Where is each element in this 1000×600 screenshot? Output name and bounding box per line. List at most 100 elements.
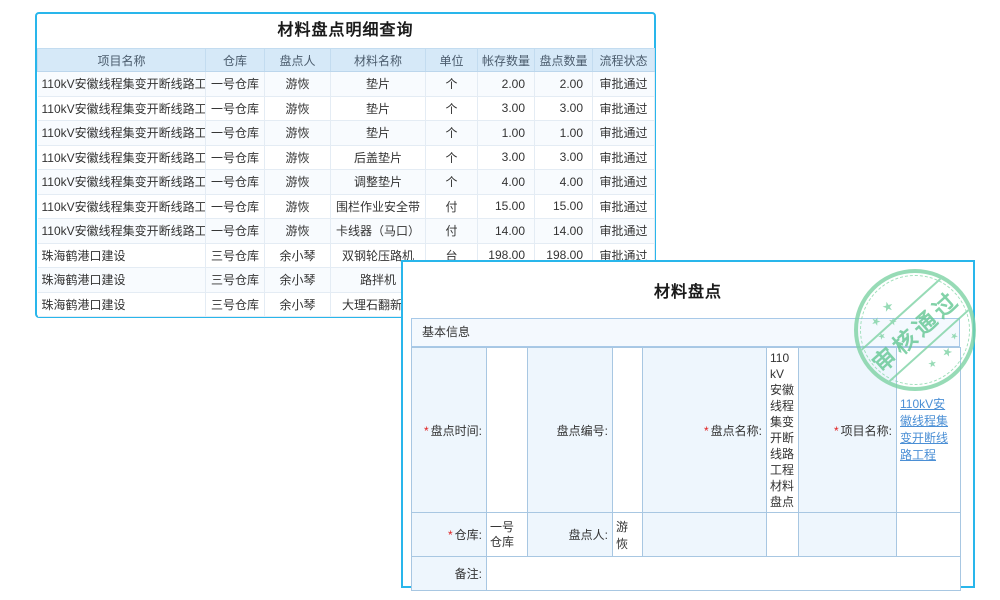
status-cell: 审批通过 (593, 170, 655, 195)
table-row: 110kV安徽线程集变开断线路工程 一号仓库 游恢 围栏作业安全带 付 15.0… (38, 194, 655, 219)
project-name-link[interactable]: 珠海鹤港口建设 (38, 268, 206, 293)
person-cell: 余小琴 (265, 243, 331, 268)
status-cell: 审批通过 (593, 194, 655, 219)
count-qty-cell: 2.00 (535, 72, 593, 97)
query-table-header-row: 项目名称仓库盘点人材料名称单位帐存数量盘点数量流程状态 (38, 49, 655, 72)
project-name-link[interactable]: 110kV安徽线程集变开断线路工程 (38, 72, 206, 97)
material-cell: 垫片 (331, 72, 426, 97)
material-cell: 垫片 (331, 121, 426, 146)
status-cell: 审批通过 (593, 72, 655, 97)
unit-cell: 个 (426, 145, 478, 170)
warehouse-value: 一号仓库 (487, 513, 528, 557)
check-name-label: *盘点名称: (643, 348, 767, 513)
form-row-3: 备注: (412, 557, 961, 591)
project-name-link[interactable]: 110kV安徽线程集变开断线路工程 (38, 121, 206, 146)
check-time-value (487, 348, 528, 513)
unit-cell: 个 (426, 121, 478, 146)
person-cell: 余小琴 (265, 268, 331, 293)
book-qty-cell: 3.00 (478, 96, 535, 121)
book-qty-cell: 15.00 (478, 194, 535, 219)
required-marker: * (424, 424, 429, 438)
project-name-link[interactable]: 110kV安徽线程集变开断线路工程 (38, 170, 206, 195)
book-qty-cell: 2.00 (478, 72, 535, 97)
project-name-link[interactable]: 110kV安徽线程集变开断线路工程 (38, 219, 206, 244)
column-header: 材料名称 (331, 49, 426, 72)
check-no-value (613, 348, 643, 513)
query-panel-title: 材料盘点明细查询 (37, 14, 654, 48)
table-row: 110kV安徽线程集变开断线路工程 一号仓库 游恢 后盖垫片 个 3.00 3.… (38, 145, 655, 170)
warehouse-cell: 一号仓库 (206, 96, 265, 121)
person-cell: 游恢 (265, 194, 331, 219)
project-label: *项目名称: (799, 348, 897, 513)
count-qty-cell: 14.00 (535, 219, 593, 244)
person-cell: 游恢 (265, 170, 331, 195)
warehouse-cell: 一号仓库 (206, 145, 265, 170)
column-header: 帐存数量 (478, 49, 535, 72)
book-qty-cell: 3.00 (478, 145, 535, 170)
unit-cell: 付 (426, 194, 478, 219)
remark-value (487, 557, 961, 591)
column-header: 单位 (426, 49, 478, 72)
material-cell: 后盖垫片 (331, 145, 426, 170)
project-name-link[interactable]: 110kV安徽线程集变开断线路工程 (38, 194, 206, 219)
empty-label-cell (643, 513, 767, 557)
person-cell: 游恢 (265, 121, 331, 146)
column-header: 盘点人 (265, 49, 331, 72)
check-name-value: 110kV安徽线程集变开断线路工程材料盘点 (767, 348, 799, 513)
project-name-link[interactable]: 珠海鹤港口建设 (38, 243, 206, 268)
empty-label-cell (799, 513, 897, 557)
warehouse-cell: 一号仓库 (206, 121, 265, 146)
material-cell: 调整垫片 (331, 170, 426, 195)
table-row: 110kV安徽线程集变开断线路工程 一号仓库 游恢 垫片 个 3.00 3.00… (38, 96, 655, 121)
required-marker: * (448, 528, 453, 542)
warehouse-label: *仓库: (412, 513, 487, 557)
column-header: 仓库 (206, 49, 265, 72)
person-cell: 游恢 (265, 96, 331, 121)
person-value: 游恢 (613, 513, 643, 557)
warehouse-cell: 三号仓库 (206, 243, 265, 268)
status-cell: 审批通过 (593, 96, 655, 121)
count-qty-cell: 3.00 (535, 145, 593, 170)
form-row-1: *盘点时间: 盘点编号: *盘点名称: 110kV安徽线程集变开断线路工程材料盘… (412, 348, 961, 513)
count-qty-cell: 3.00 (535, 96, 593, 121)
project-value-cell: 110kV安徽线程集变开断线路工程 (897, 348, 961, 513)
warehouse-cell: 一号仓库 (206, 194, 265, 219)
table-row: 110kV安徽线程集变开断线路工程 一号仓库 游恢 卡线器（马口） 付 14.0… (38, 219, 655, 244)
person-cell: 游恢 (265, 219, 331, 244)
project-name-link[interactable]: 110kV安徽线程集变开断线路工程 (38, 96, 206, 121)
count-qty-cell: 4.00 (535, 170, 593, 195)
detail-panel: 材料盘点 基本信息 *盘点时间: 盘点编号: *盘点名称: 110kV安徽线程集… (401, 260, 975, 588)
basic-info-section-header: 基本信息 (411, 318, 960, 347)
required-marker: * (834, 424, 839, 438)
status-cell: 审批通过 (593, 219, 655, 244)
material-cell: 围栏作业安全带 (331, 194, 426, 219)
project-value-link[interactable]: 110kV安徽线程集变开断线路工程 (900, 397, 948, 462)
person-cell: 余小琴 (265, 292, 331, 317)
book-qty-cell: 4.00 (478, 170, 535, 195)
warehouse-cell: 一号仓库 (206, 170, 265, 195)
project-name-link[interactable]: 珠海鹤港口建设 (38, 292, 206, 317)
unit-cell: 个 (426, 170, 478, 195)
column-header: 盘点数量 (535, 49, 593, 72)
table-row: 110kV安徽线程集变开断线路工程 一号仓库 游恢 垫片 个 1.00 1.00… (38, 121, 655, 146)
detail-form-table: *盘点时间: 盘点编号: *盘点名称: 110kV安徽线程集变开断线路工程材料盘… (411, 347, 961, 591)
person-cell: 游恢 (265, 145, 331, 170)
table-row: 110kV安徽线程集变开断线路工程 一号仓库 游恢 垫片 个 2.00 2.00… (38, 72, 655, 97)
person-label: 盘点人: (528, 513, 613, 557)
unit-cell: 个 (426, 96, 478, 121)
person-cell: 游恢 (265, 72, 331, 97)
unit-cell: 付 (426, 219, 478, 244)
check-no-label: 盘点编号: (528, 348, 613, 513)
material-cell: 卡线器（马口） (331, 219, 426, 244)
form-row-2: *仓库: 一号仓库 盘点人: 游恢 (412, 513, 961, 557)
empty-value-cell (897, 513, 961, 557)
material-cell: 垫片 (331, 96, 426, 121)
warehouse-cell: 三号仓库 (206, 292, 265, 317)
unit-cell: 个 (426, 72, 478, 97)
required-marker: * (704, 424, 709, 438)
column-header: 项目名称 (38, 49, 206, 72)
remark-label: 备注: (412, 557, 487, 591)
empty-value-cell (767, 513, 799, 557)
project-name-link[interactable]: 110kV安徽线程集变开断线路工程 (38, 145, 206, 170)
book-qty-cell: 1.00 (478, 121, 535, 146)
